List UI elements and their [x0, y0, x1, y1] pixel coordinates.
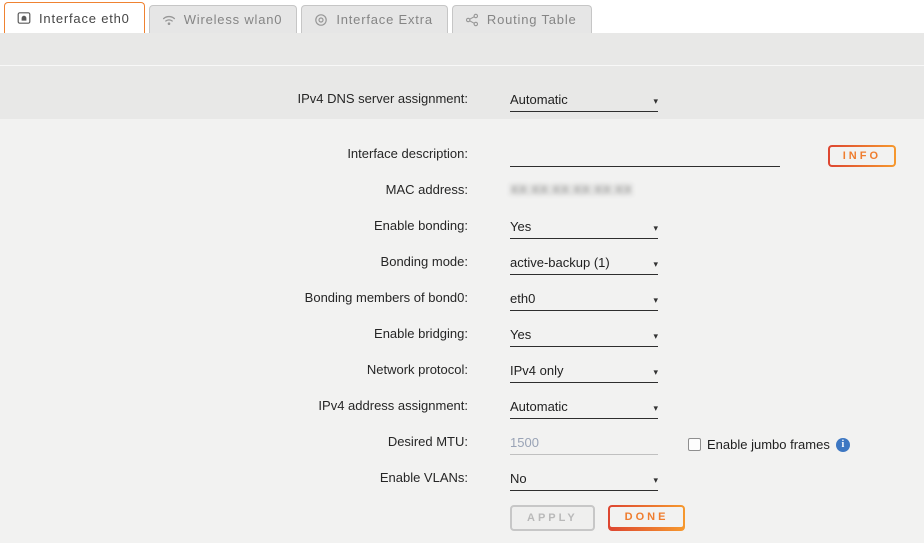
- info-icon[interactable]: i: [836, 438, 850, 452]
- mtu-row: Desired MTU: Enable jumbo frames i: [0, 419, 924, 455]
- description-input[interactable]: [510, 147, 780, 167]
- select-value: Yes: [510, 219, 531, 234]
- ethernet-port-icon: [17, 11, 31, 25]
- top-spacer-band: [0, 33, 924, 65]
- chevron-down-icon: ▾: [653, 223, 658, 234]
- enable-bridging-label: Enable bridging:: [0, 326, 468, 347]
- share-network-icon: [465, 13, 479, 27]
- tab-wireless-wlan0[interactable]: Wireless wlan0: [149, 5, 298, 33]
- jumbo-frames-checkbox[interactable]: [688, 438, 701, 451]
- bonding-mode-select[interactable]: active-backup (1) ▾: [510, 255, 658, 275]
- description-label: Interface description:: [0, 146, 468, 167]
- enable-bonding-label: Enable bonding:: [0, 218, 468, 239]
- ipv4-assignment-select[interactable]: Automatic ▾: [510, 399, 658, 419]
- select-value: Yes: [510, 327, 531, 342]
- tab-label: Interface Extra: [336, 12, 433, 27]
- chevron-down-icon: ▾: [653, 367, 658, 378]
- done-button[interactable]: DONE: [608, 505, 686, 531]
- chevron-down-icon: ▾: [653, 96, 658, 107]
- tab-interface-eth0[interactable]: Interface eth0: [4, 2, 145, 33]
- chevron-down-icon: ▾: [653, 403, 658, 414]
- enable-vlans-select[interactable]: No ▾: [510, 471, 658, 491]
- dns-assignment-label: IPv4 DNS server assignment:: [0, 91, 468, 112]
- enable-bridging-select[interactable]: Yes ▾: [510, 327, 658, 347]
- bond-members-select[interactable]: eth0 ▾: [510, 291, 658, 311]
- bonding-mode-row: Bonding mode: active-backup (1) ▾: [0, 239, 924, 275]
- description-row: Interface description: INFO: [0, 131, 924, 167]
- dns-assignment-row: IPv4 DNS server assignment: Automatic ▾: [0, 76, 924, 112]
- tab-label: Routing Table: [487, 12, 577, 27]
- tab-label: Wireless wlan0: [184, 12, 283, 27]
- jumbo-frames-label: Enable jumbo frames: [707, 437, 830, 452]
- ipv4-assignment-label: IPv4 address assignment:: [0, 398, 468, 419]
- tab-bar: Interface eth0 Wireless wlan0 Interface …: [0, 0, 924, 33]
- enable-bridging-row: Enable bridging: Yes ▾: [0, 311, 924, 347]
- target-icon: [314, 13, 328, 27]
- bond-members-label: Bonding members of bond0:: [0, 290, 468, 311]
- dns-assignment-select[interactable]: Automatic ▾: [510, 92, 658, 112]
- select-value: Automatic: [510, 399, 568, 414]
- enable-bonding-row: Enable bonding: Yes ▾: [0, 203, 924, 239]
- mac-address-label: MAC address:: [0, 182, 468, 203]
- interface-form: Interface description: INFO MAC address:…: [0, 119, 924, 543]
- tab-label: Interface eth0: [39, 11, 130, 26]
- wifi-icon: [162, 13, 176, 27]
- info-button[interactable]: INFO: [828, 145, 896, 167]
- select-value: Automatic: [510, 92, 568, 107]
- apply-button[interactable]: APPLY: [510, 505, 595, 531]
- network-protocol-row: Network protocol: IPv4 only ▾: [0, 347, 924, 383]
- ipv4-assignment-row: IPv4 address assignment: Automatic ▾: [0, 383, 924, 419]
- action-buttons: APPLY DONE: [510, 505, 924, 531]
- dns-section: IPv4 DNS server assignment: Automatic ▾: [0, 66, 924, 119]
- tab-interface-extra[interactable]: Interface Extra: [301, 5, 448, 33]
- mtu-label: Desired MTU:: [0, 434, 468, 455]
- bonding-mode-label: Bonding mode:: [0, 254, 468, 275]
- enable-vlans-row: Enable VLANs: No ▾: [0, 455, 924, 491]
- chevron-down-icon: ▾: [653, 475, 658, 486]
- tab-routing-table[interactable]: Routing Table: [452, 5, 592, 33]
- network-protocol-select[interactable]: IPv4 only ▾: [510, 363, 658, 383]
- enable-bonding-select[interactable]: Yes ▾: [510, 219, 658, 239]
- bond-members-row: Bonding members of bond0: eth0 ▾: [0, 275, 924, 311]
- select-value: eth0: [510, 291, 535, 306]
- select-value: active-backup (1): [510, 255, 610, 270]
- chevron-down-icon: ▾: [653, 331, 658, 342]
- jumbo-frames-group: Enable jumbo frames i: [688, 437, 850, 455]
- chevron-down-icon: ▾: [653, 259, 658, 270]
- select-value: IPv4 only: [510, 363, 563, 378]
- mac-address-row: MAC address: XX:XX:XX:XX:XX:XX: [0, 167, 924, 203]
- chevron-down-icon: ▾: [653, 295, 658, 306]
- enable-vlans-label: Enable VLANs:: [0, 470, 468, 491]
- network-protocol-label: Network protocol:: [0, 362, 468, 383]
- select-value: No: [510, 471, 527, 486]
- mtu-input[interactable]: [510, 435, 658, 455]
- mac-address-redacted-value: XX:XX:XX:XX:XX:XX: [510, 182, 632, 203]
